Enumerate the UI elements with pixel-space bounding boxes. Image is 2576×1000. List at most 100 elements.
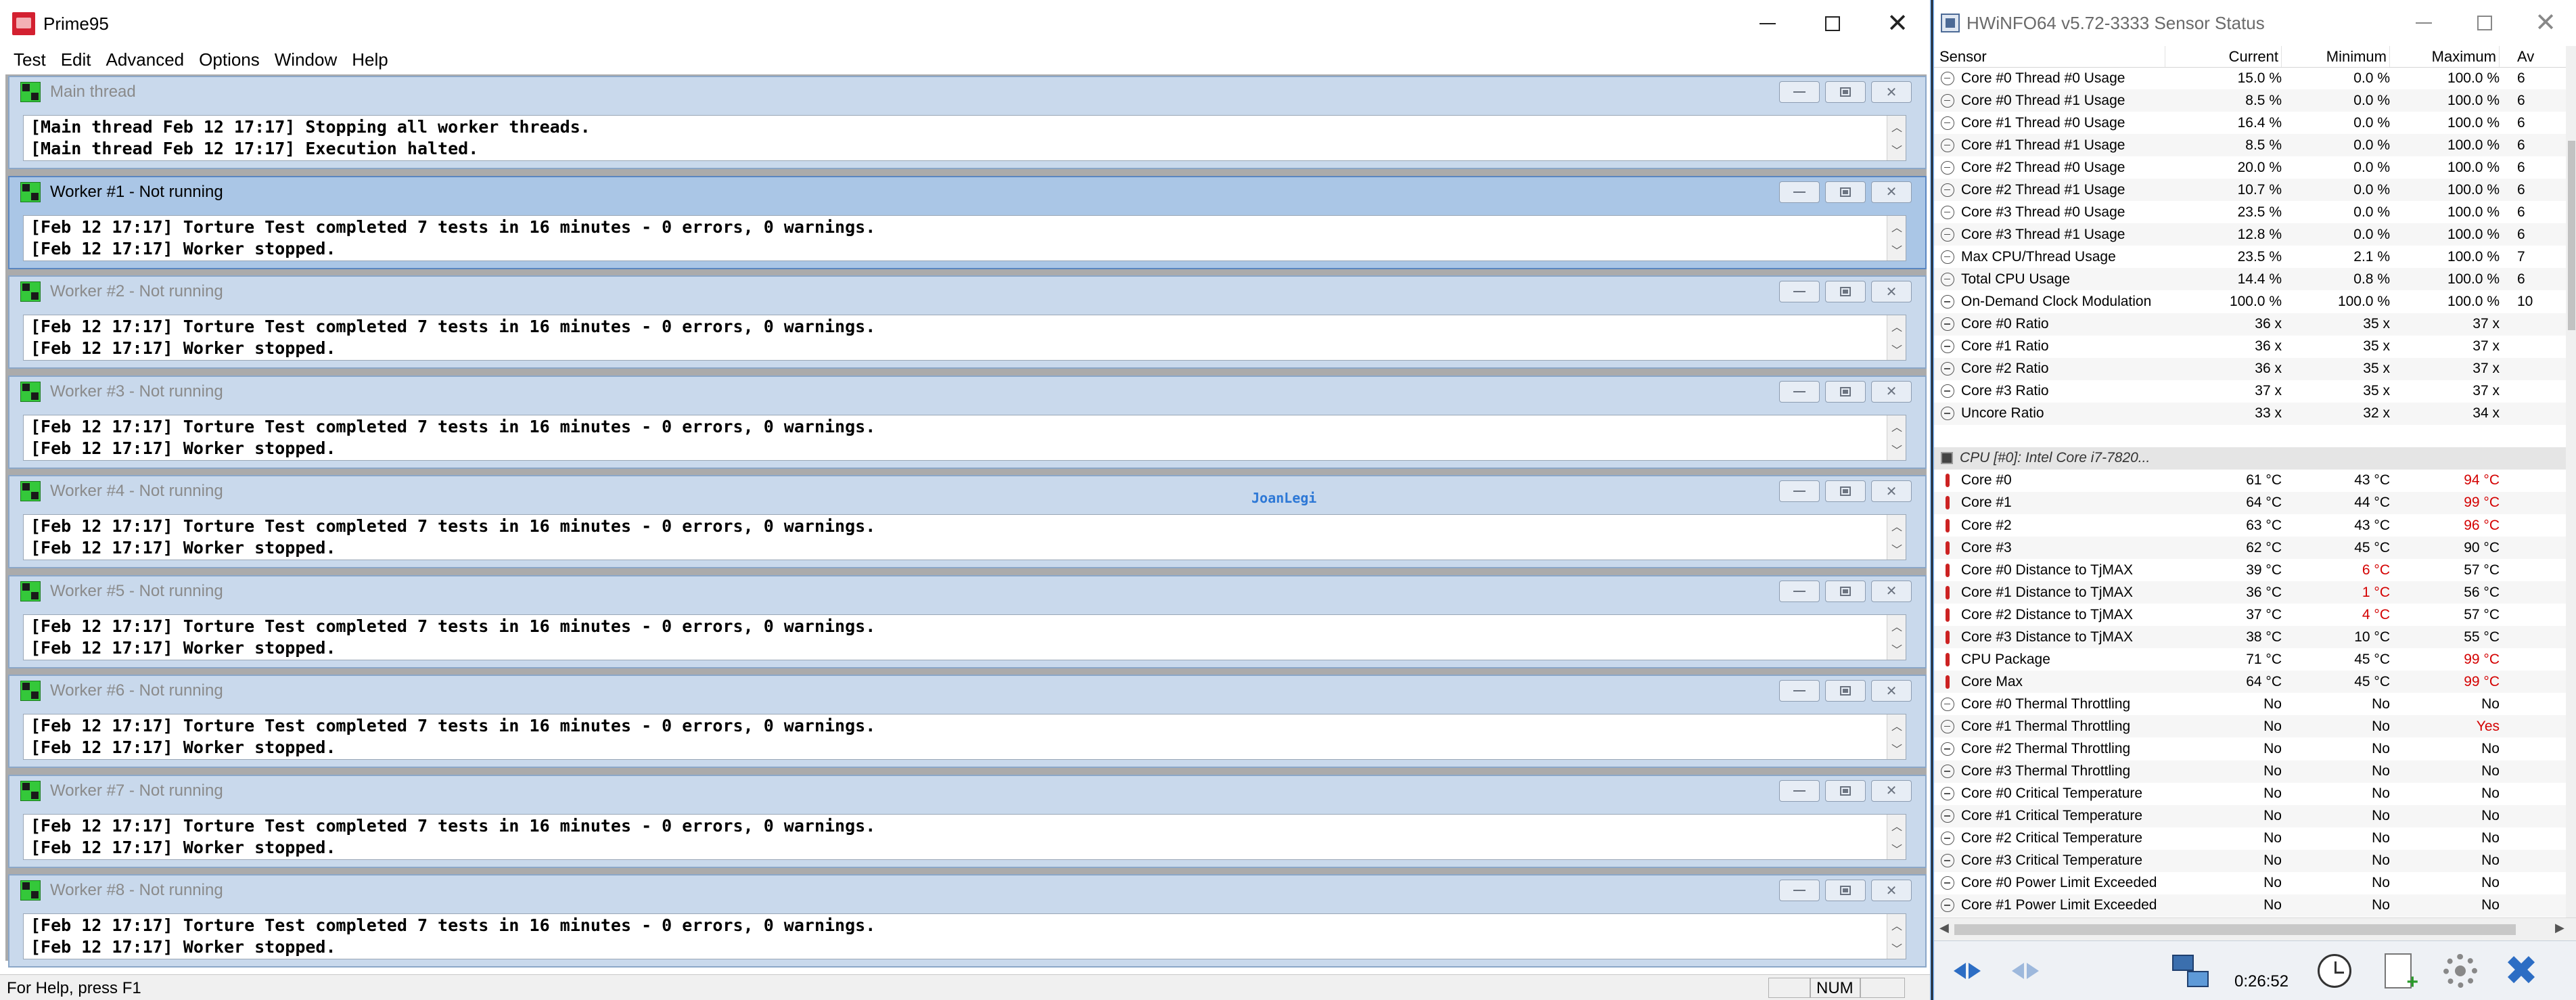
worker-title-bar[interactable]: Main thread ✕ bbox=[9, 77, 1925, 107]
sensor-row[interactable]: Core #1 Power Limit Exceeded No No No bbox=[1934, 894, 2566, 917]
settings-button[interactable] bbox=[2439, 951, 2482, 991]
prime95-title-bar[interactable]: Prime95 ✕ bbox=[0, 0, 1930, 47]
scroll-down-icon[interactable]: ﹀ bbox=[1887, 242, 1906, 258]
logging-button[interactable] bbox=[2376, 951, 2420, 994]
worker-title-bar[interactable]: Worker #5 - Not running ✕ bbox=[9, 576, 1925, 606]
worker-log[interactable]: [Feb 12 17:17] Torture Test completed 7 … bbox=[23, 214, 1906, 261]
scroll-up-icon[interactable]: ︿ bbox=[1887, 817, 1906, 834]
sensor-row[interactable]: Core #2 Thread #1 Usage 10.7 % 0.0 % 100.0 … bbox=[1934, 179, 2566, 202]
worker-log[interactable]: [Feb 12 17:17] Torture Test completed 7 … bbox=[23, 315, 1906, 361]
sensor-row[interactable]: Core #0 61 °C 43 °C 94 °C bbox=[1934, 470, 2566, 492]
column-header-current[interactable]: Current bbox=[2165, 46, 2282, 67]
log-scrollbar[interactable]: ︿ ﹀ bbox=[1887, 315, 1906, 360]
scroll-down-icon[interactable]: ﹀ bbox=[1887, 641, 1906, 657]
worker-window[interactable]: Worker #8 - Not running ✕ [Feb 12 17:17] T… bbox=[8, 874, 1927, 968]
column-header-maximum[interactable]: Maximum bbox=[2390, 46, 2500, 67]
sensor-row[interactable]: Core #2 Ratio 36 x 35 x 37 x bbox=[1934, 357, 2566, 380]
hwinfo-title-bar[interactable]: HWiNFO64 v5.72-3333 Sensor Status ✕ bbox=[1934, 0, 2576, 46]
sensor-group-row[interactable]: CPU [#0]: Intel Core i7-7820... bbox=[1934, 447, 2566, 470]
worker-minimize-button[interactable] bbox=[1779, 480, 1820, 502]
scroll-down-icon[interactable]: ﹀ bbox=[1887, 940, 1906, 956]
worker-restore-button[interactable] bbox=[1825, 880, 1866, 901]
sensor-row[interactable]: Core #1 64 °C 44 °C 99 °C bbox=[1934, 491, 2566, 514]
worker-restore-button[interactable] bbox=[1825, 480, 1866, 502]
log-scrollbar[interactable]: ︿ ﹀ bbox=[1887, 215, 1906, 260]
worker-minimize-button[interactable] bbox=[1779, 680, 1820, 702]
scroll-down-icon[interactable]: ﹀ bbox=[1887, 441, 1906, 457]
sensor-row[interactable]: Core #1 Distance to TjMAX 36 °C 1 °C 56 °C bbox=[1934, 581, 2566, 604]
log-scrollbar[interactable]: ︿ ﹀ bbox=[1887, 914, 1906, 959]
scroll-down-icon[interactable]: ﹀ bbox=[1887, 341, 1906, 357]
worker-restore-button[interactable] bbox=[1825, 281, 1866, 302]
sensor-row[interactable]: Core #0 Ratio 36 x 35 x 37 x bbox=[1934, 313, 2566, 336]
worker-title-bar[interactable]: Worker #8 - Not running ✕ bbox=[9, 876, 1925, 905]
log-scrollbar[interactable]: ︿ ﹀ bbox=[1887, 714, 1906, 759]
sensor-vertical-scrollbar[interactable] bbox=[2566, 46, 2576, 917]
worker-close-button[interactable]: ✕ bbox=[1871, 81, 1912, 103]
worker-window[interactable]: Worker #4 - Not running ✕ [Feb 12 17:17] T… bbox=[8, 475, 1927, 568]
column-header-sensor[interactable]: Sensor bbox=[1934, 46, 2165, 67]
worker-window[interactable]: Worker #3 - Not running ✕ [Feb 12 17:17] T… bbox=[8, 375, 1927, 469]
log-scrollbar[interactable]: ︿ ﹀ bbox=[1887, 415, 1906, 460]
worker-title-bar[interactable]: Worker #6 - Not running ✕ bbox=[9, 676, 1925, 706]
sensor-row[interactable]: Core #1 Ratio 36 x 35 x 37 x bbox=[1934, 336, 2566, 358]
menu-options[interactable]: Options bbox=[193, 49, 269, 70]
worker-log[interactable]: [Feb 12 17:17] Torture Test completed 7 … bbox=[23, 813, 1906, 860]
network-button[interactable] bbox=[2167, 951, 2214, 991]
menu-advanced[interactable]: Advanced bbox=[101, 49, 194, 70]
hwinfo-minimize-button[interactable] bbox=[2393, 0, 2454, 46]
worker-close-button[interactable]: ✕ bbox=[1871, 580, 1912, 602]
worker-minimize-button[interactable] bbox=[1779, 580, 1820, 602]
scroll-up-icon[interactable]: ︿ bbox=[1887, 318, 1906, 334]
menu-help[interactable]: Help bbox=[346, 49, 397, 70]
worker-title-bar[interactable]: Worker #2 - Not running ✕ bbox=[9, 277, 1925, 306]
scroll-up-icon[interactable]: ︿ bbox=[1887, 219, 1906, 235]
scroll-up-icon[interactable]: ︿ bbox=[1887, 518, 1906, 534]
sensor-row[interactable]: Core #0 Critical Temperature No No No bbox=[1934, 783, 2566, 805]
sensor-row[interactable]: Core #1 Critical Temperature No No No bbox=[1934, 804, 2566, 827]
worker-log[interactable]: [Main thread Feb 12 17:17] Stopping all … bbox=[23, 115, 1906, 161]
log-scrollbar[interactable]: ︿ ﹀ bbox=[1887, 614, 1906, 660]
worker-log[interactable]: [Feb 12 17:17] Torture Test completed 7 … bbox=[23, 714, 1906, 760]
worker-window[interactable]: Worker #1 - Not running ✕ [Feb 12 17:17] T… bbox=[8, 175, 1927, 269]
sensor-row[interactable]: Core #2 Distance to TjMAX 37 °C 4 °C 57 °C bbox=[1934, 604, 2566, 626]
sensor-row[interactable]: Core #1 Thermal Throttling No No Yes bbox=[1934, 715, 2566, 738]
worker-title-bar[interactable]: Worker #4 - Not running ✕ bbox=[9, 476, 1925, 506]
sensor-row[interactable]: Core Max 64 °C 45 °C 99 °C bbox=[1934, 671, 2566, 694]
vertical-scroll-thumb[interactable] bbox=[2568, 141, 2575, 330]
sensor-row[interactable]: Core #0 Distance to TjMAX 39 °C 6 °C 57 °C bbox=[1934, 559, 2566, 581]
worker-minimize-button[interactable] bbox=[1779, 81, 1820, 103]
scroll-down-icon[interactable]: ﹀ bbox=[1887, 740, 1906, 756]
worker-title-bar[interactable]: Worker #7 - Not running ✕ bbox=[9, 776, 1925, 806]
scroll-up-icon[interactable]: ︿ bbox=[1887, 618, 1906, 634]
scroll-down-icon[interactable]: ﹀ bbox=[1887, 840, 1906, 857]
worker-title-bar[interactable]: Worker #1 - Not running ✕ bbox=[9, 177, 1925, 207]
hwinfo-close-button[interactable]: ✕ bbox=[2515, 0, 2576, 46]
worker-log[interactable]: [Feb 12 17:17] Torture Test completed 7 … bbox=[23, 913, 1906, 959]
sensor-row[interactable]: Core #3 Distance to TjMAX 38 °C 10 °C 55 °C bbox=[1934, 626, 2566, 649]
column-header-minimum[interactable]: Minimum bbox=[2282, 46, 2390, 67]
worker-close-button[interactable]: ✕ bbox=[1871, 281, 1912, 302]
worker-minimize-button[interactable] bbox=[1779, 380, 1820, 403]
sensor-row[interactable]: Core #2 Thermal Throttling No No No bbox=[1934, 738, 2566, 760]
sensor-row[interactable]: Core #0 Thread #0 Usage 15.0 % 0.0 % 100.0 … bbox=[1934, 67, 2566, 89]
worker-restore-button[interactable] bbox=[1825, 680, 1866, 702]
sensor-row[interactable]: Uncore Ratio 33 x 32 x 34 x bbox=[1934, 402, 2566, 425]
sensor-row[interactable]: Core #1 Thread #0 Usage 16.4 % 0.0 % 100.0 … bbox=[1934, 112, 2566, 134]
worker-minimize-button[interactable] bbox=[1779, 779, 1820, 802]
navigate-arrows-disabled-button[interactable] bbox=[2002, 951, 2049, 991]
minimize-button[interactable] bbox=[1735, 0, 1800, 47]
sensor-row[interactable]: Core #3 Ratio 37 x 35 x 37 x bbox=[1934, 380, 2566, 403]
scroll-down-icon[interactable]: ﹀ bbox=[1887, 141, 1906, 158]
column-header-average[interactable]: Av bbox=[2500, 46, 2566, 67]
sensor-row[interactable]: Core #3 Thermal Throttling No No No bbox=[1934, 760, 2566, 783]
sensor-row[interactable]: Core #3 62 °C 45 °C 90 °C bbox=[1934, 537, 2566, 560]
worker-minimize-button[interactable] bbox=[1779, 880, 1820, 901]
worker-minimize-button[interactable] bbox=[1779, 281, 1820, 302]
worker-log[interactable]: [Feb 12 17:17] Torture Test completed 7 … bbox=[23, 514, 1906, 560]
sensor-row[interactable]: Total CPU Usage 14.4 % 0.8 % 100.0 % 6 bbox=[1934, 268, 2566, 291]
sensor-row[interactable]: Core #2 63 °C 43 °C 96 °C bbox=[1934, 514, 2566, 537]
sensor-row[interactable]: Core #0 Power Limit Exceeded No No No bbox=[1934, 872, 2566, 894]
sensor-row[interactable]: CPU Package 71 °C 45 °C 99 °C bbox=[1934, 648, 2566, 671]
maximize-button[interactable] bbox=[1800, 0, 1865, 47]
